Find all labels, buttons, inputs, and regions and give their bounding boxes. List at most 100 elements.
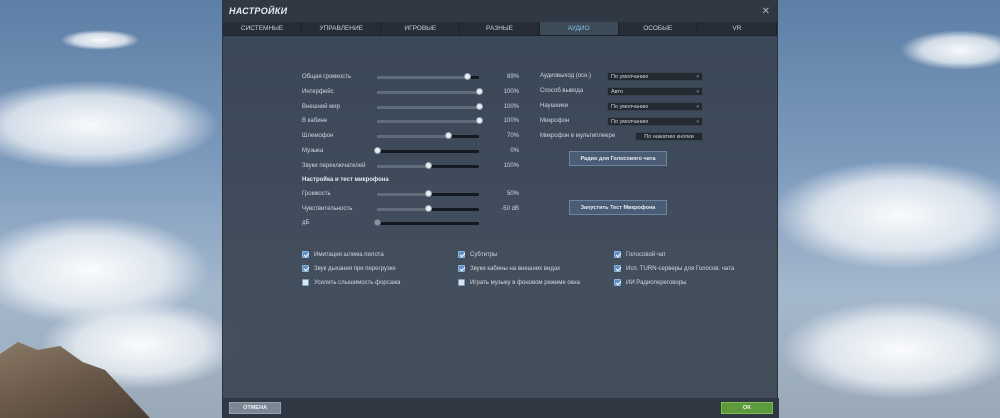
slider-value: 100% <box>503 163 519 169</box>
mic-volume-slider[interactable] <box>377 190 479 197</box>
chevron-down-icon: ▾ <box>696 103 699 110</box>
select-value: Авто <box>611 88 623 95</box>
select-value: По умолчанию <box>611 118 649 125</box>
slider-value: 100% <box>503 118 519 124</box>
master-volume-slider[interactable] <box>377 73 479 80</box>
output-method-label: Способ вывода <box>540 88 584 94</box>
slider-knob[interactable] <box>373 147 381 154</box>
music-volume-slider[interactable] <box>373 147 479 154</box>
slider-label: Внешний мир <box>302 104 340 110</box>
tab-special[interactable]: ОСОБЫЕ <box>619 22 698 35</box>
tab-vr[interactable]: VR <box>698 22 777 35</box>
slider-knob[interactable] <box>424 162 432 169</box>
chevron-down-icon: ▾ <box>696 73 699 80</box>
mic-test-button[interactable]: Запустить Тест Микрофона <box>569 200 667 215</box>
headphones-select[interactable]: По умолчанию ▾ <box>607 102 703 111</box>
checkbox-subtitles[interactable]: Субтитры <box>458 250 497 259</box>
slider-value: 0% <box>510 148 519 154</box>
tab-system[interactable]: СИСТЕМНЫЕ <box>223 22 303 35</box>
slider-row-mic-sensitivity: Чувствительность -50 dB <box>223 204 779 214</box>
checkbox-box[interactable] <box>614 265 621 272</box>
background-cloud <box>770 160 1000 270</box>
title-bar: НАСТРОЙКИ ✕ <box>223 0 777 22</box>
mp-mic-mode-button[interactable]: По нажатию кнопки <box>635 132 703 141</box>
checkbox-box[interactable] <box>458 265 465 272</box>
checkbox-box[interactable] <box>302 265 309 272</box>
headphones-label: Наушники <box>540 103 569 109</box>
chevron-down-icon: ▾ <box>696 88 699 95</box>
mp-mic-label: Микрофон в мультиплеере <box>540 133 616 139</box>
checkbox-label: Звук дыхания при перегрузке <box>314 265 396 272</box>
checkbox-cockpit-sounds[interactable]: Звуки кабины на внешних видах <box>458 264 560 273</box>
checkbox-box[interactable] <box>458 279 465 286</box>
checkbox-box[interactable] <box>458 251 465 258</box>
slider-knob <box>373 219 381 226</box>
tab-game[interactable]: ИГРОВЫЕ <box>381 22 461 35</box>
slider-knob[interactable] <box>444 132 452 139</box>
switches-volume-slider[interactable] <box>377 162 479 169</box>
checkbox-ai-radio[interactable]: ИИ Радиопереговоры <box>614 278 686 287</box>
slider-label: Звуки переключателей <box>302 163 366 169</box>
mic-level-meter <box>373 219 479 226</box>
slider-value: 70% <box>506 133 519 139</box>
microphone-select[interactable]: По умолчанию ▾ <box>607 117 703 126</box>
checkbox-breathing[interactable]: Звук дыхания при перегрузке <box>302 264 396 273</box>
checkbox-label: ИИ Радиопереговоры <box>626 279 687 286</box>
window-title: НАСТРОЙКИ <box>229 6 288 16</box>
tab-controls[interactable]: УПРАВЛЕНИЕ <box>302 22 382 35</box>
output-method-select[interactable]: Авто ▾ <box>607 87 703 96</box>
checkbox-label: Усилить слышимость форсажа <box>314 279 401 286</box>
checkbox-label: Голосовой чат <box>626 251 666 258</box>
microphone-label: Микрофон <box>540 118 570 124</box>
mic-sensitivity-slider[interactable] <box>377 205 479 212</box>
audio-output-label: Аудиовыход (осн.) <box>540 73 592 79</box>
slider-label: Шлемофон <box>302 133 334 139</box>
slider-row-mic-level: дБ <box>223 218 779 228</box>
settings-window: НАСТРОЙКИ ✕ СИСТЕМНЫЕ УПРАВЛЕНИЕ ИГРОВЫЕ… <box>222 0 779 418</box>
select-value: По умолчанию <box>611 73 649 80</box>
checkbox-box[interactable] <box>302 251 309 258</box>
checkbox-box[interactable] <box>614 251 621 258</box>
voice-radio-button[interactable]: Радио для Голосового чата <box>569 151 667 166</box>
checkbox-label: Имитация шлема пилота <box>314 251 384 258</box>
tab-misc[interactable]: РАЗНЫЕ <box>460 22 540 35</box>
slider-label: Музыка <box>302 148 324 154</box>
checkbox-turn-servers[interactable]: Исп. TURN-серверы для Голосов. чата <box>614 264 734 273</box>
slider-knob[interactable] <box>464 73 472 80</box>
checkbox-afterburner[interactable]: Усилить слышимость форсажа <box>302 278 400 287</box>
checkbox-label: Исп. TURN-серверы для Голосов. чата <box>626 265 735 272</box>
world-volume-slider[interactable] <box>377 103 483 110</box>
mic-section-title: Настройка и тест микрофона <box>302 177 389 183</box>
slider-value: 89% <box>506 74 519 80</box>
slider-knob[interactable] <box>424 205 432 212</box>
headset-volume-slider[interactable] <box>377 132 479 139</box>
close-icon[interactable]: ✕ <box>762 6 770 17</box>
slider-knob[interactable] <box>424 190 432 197</box>
checkbox-box[interactable] <box>302 279 309 286</box>
checkbox-box[interactable] <box>614 279 621 286</box>
checkbox-label: Играть музыку в фоновом режиме окна <box>470 279 580 286</box>
checkbox-label: Субтитры <box>470 251 498 258</box>
slider-value: 50% <box>506 191 519 197</box>
background-cloud <box>0 80 220 170</box>
slider-value: 100% <box>503 89 519 95</box>
audio-output-select[interactable]: По умолчанию ▾ <box>607 72 703 81</box>
background-cloud <box>780 300 1000 400</box>
ok-button[interactable]: OK <box>721 402 773 414</box>
checkbox-helmet-sim[interactable]: Имитация шлема пилота <box>302 250 384 259</box>
checkbox-label: Звуки кабины на внешних видах <box>470 265 561 272</box>
checkbox-voice-chat[interactable]: Голосовой чат <box>614 250 666 259</box>
slider-label: Громкость <box>302 191 331 197</box>
chevron-down-icon: ▾ <box>696 118 699 125</box>
slider-row-mic-volume: Громкость 50% <box>223 189 779 199</box>
tab-audio[interactable]: АУДИО <box>539 22 619 35</box>
footer-bar: ОТМЕНА OK <box>223 398 779 418</box>
slider-label: В кабине <box>302 118 328 124</box>
interface-volume-slider[interactable] <box>377 88 483 95</box>
tab-bar: СИСТЕМНЫЕ УПРАВЛЕНИЕ ИГРОВЫЕ РАЗНЫЕ АУДИ… <box>223 22 777 36</box>
audio-settings-panel: Общая громкость 89% Интерфейс 100% Внешн… <box>223 36 779 398</box>
cockpit-volume-slider[interactable] <box>377 117 483 124</box>
checkbox-background-music[interactable]: Играть музыку в фоновом режиме окна <box>458 278 580 287</box>
cancel-button[interactable]: ОТМЕНА <box>229 402 281 414</box>
select-value: По умолчанию <box>611 103 649 110</box>
